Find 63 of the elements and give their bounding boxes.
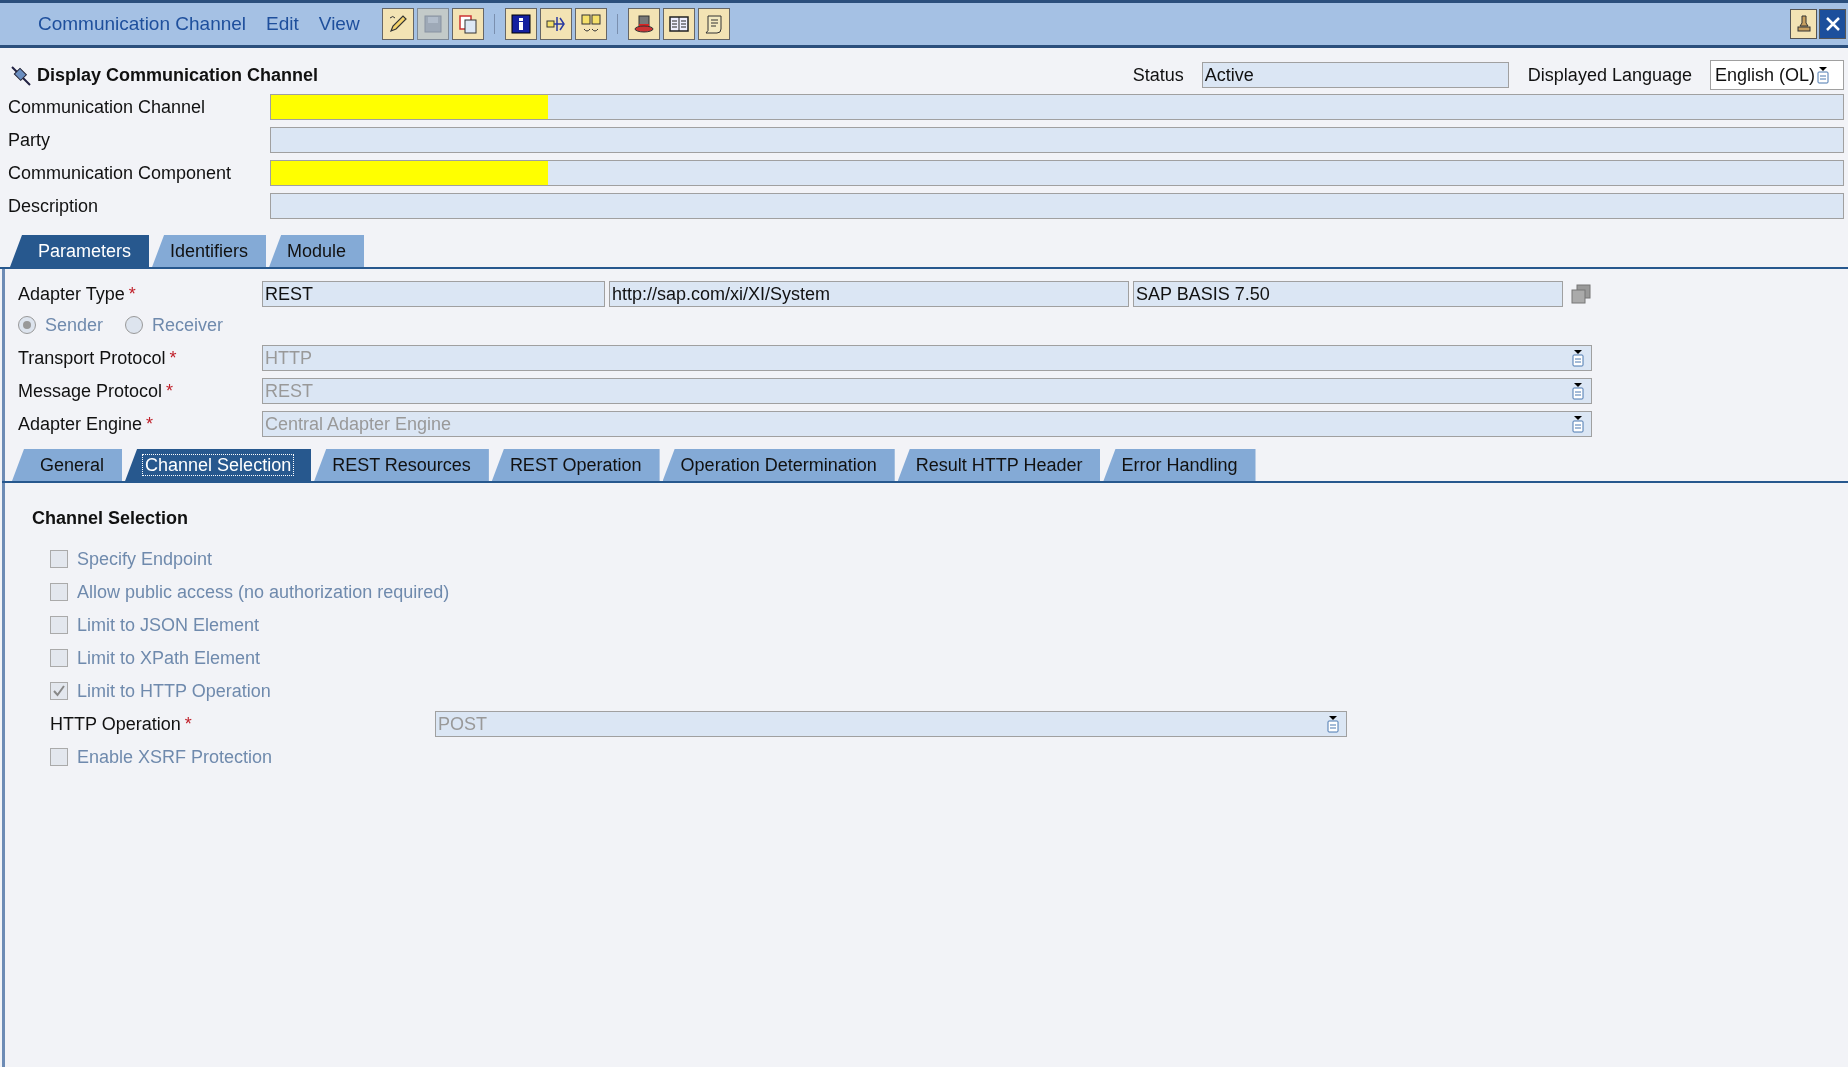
tab[interactable]: Identifiers	[152, 235, 267, 267]
field-label: Description	[8, 194, 100, 218]
copy-icon[interactable]	[1570, 283, 1592, 305]
toolbar-button[interactable]	[627, 8, 660, 40]
toolbar-separator	[493, 14, 495, 34]
value-help-icon[interactable]	[1816, 66, 1831, 84]
status-label: Status	[1132, 63, 1184, 87]
required-marker: *	[169, 347, 177, 368]
checkbox-label: Enable XSRF Protection	[77, 745, 273, 769]
tab[interactable]: Module	[269, 235, 365, 267]
value-help-icon[interactable]	[1571, 415, 1585, 433]
scroll-icon	[702, 13, 725, 35]
hat-icon	[632, 13, 655, 35]
toolbar-button[interactable]	[662, 8, 695, 40]
radio-label: Receiver	[152, 313, 224, 337]
book-icon	[667, 13, 690, 35]
page-title: Display Communication Channel	[37, 63, 319, 87]
status-field: Active	[1201, 62, 1509, 88]
checkbox-label: Limit to XPath Element	[77, 646, 261, 670]
tab[interactable]: REST Resources	[314, 449, 489, 481]
checkbox-label: Limit to HTTP Operation	[77, 679, 271, 703]
tab[interactable]: REST Operation	[491, 449, 660, 481]
tab[interactable]: Operation Determination	[662, 449, 895, 481]
language-label: Displayed Language	[1527, 63, 1692, 87]
value-help-icon[interactable]	[1326, 715, 1340, 733]
menu-item[interactable]: View	[318, 9, 360, 39]
window-button[interactable]	[1790, 9, 1817, 39]
field-label: Adapter Engine *	[18, 412, 155, 436]
plug-icon	[9, 64, 33, 86]
radio-button[interactable]	[125, 316, 144, 334]
copy-icon	[456, 13, 479, 35]
menu-item[interactable]: Edit	[266, 9, 299, 39]
checkbox-label: Limit to JSON Element	[77, 613, 260, 637]
checkbox-label: Specify Endpoint	[77, 547, 213, 571]
field-label: Communication Component	[8, 161, 233, 185]
required-marker: *	[146, 413, 154, 434]
tab[interactable]: Error Handling	[1103, 449, 1256, 481]
required-marker: *	[184, 713, 192, 734]
tab[interactable]: Result HTTP Header	[897, 449, 1101, 481]
required-marker: *	[166, 380, 174, 401]
window-button[interactable]	[1819, 9, 1846, 39]
tab[interactable]: Parameters	[10, 235, 150, 267]
required-marker: *	[128, 283, 136, 304]
value-help-icon[interactable]	[1571, 382, 1585, 400]
toolbar-button[interactable]	[504, 8, 537, 40]
field-label: Communication Channel	[8, 95, 207, 119]
tab[interactable]: General	[12, 449, 123, 481]
field-label: Transport Protocol *	[18, 346, 178, 370]
field-label: Adapter Type *	[18, 282, 137, 306]
field-label: Message Protocol *	[18, 379, 175, 403]
radio-button[interactable]	[18, 316, 36, 334]
field-label: HTTP Operation *	[50, 712, 193, 736]
radio-label: Sender	[45, 313, 104, 337]
value-help-icon[interactable]	[1571, 349, 1585, 367]
toolbar-separator	[616, 14, 618, 34]
toolbar-button[interactable]	[381, 8, 414, 40]
language-dropdown[interactable]: English (OL)	[1710, 60, 1844, 90]
field-label: Party	[8, 128, 51, 152]
section-heading: Channel Selection	[32, 507, 190, 530]
info-icon	[509, 13, 532, 35]
tab[interactable]: Channel Selection	[125, 449, 312, 481]
menu-item[interactable]: Communication Channel	[38, 9, 247, 39]
checkbox-label: Allow public access (no authorization required)	[77, 580, 450, 604]
